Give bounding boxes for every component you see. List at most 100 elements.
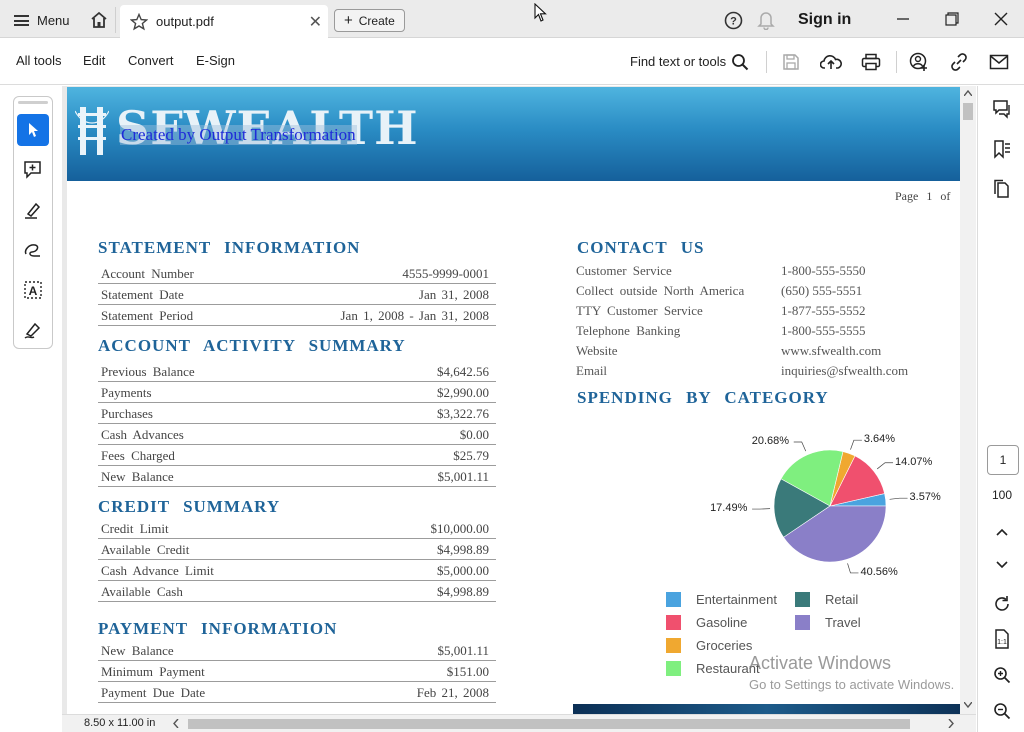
add-comment-tool[interactable] (17, 154, 49, 186)
contact-heading: CONTACT US (577, 238, 705, 257)
row-value: Feb 21, 2008 (416, 685, 489, 700)
table-row: Credit Limit $10,000.00 (98, 518, 496, 539)
minimize-button[interactable] (889, 8, 917, 30)
title-bar: Menu output.pdf ✕ + Create ? Sign in (0, 0, 1024, 38)
row-value: $3,322.76 (437, 406, 489, 421)
esign-menu[interactable]: E-Sign (196, 53, 235, 68)
comments-icon (993, 100, 1010, 119)
row-label: Cash Advances (101, 427, 184, 442)
email-button[interactable] (988, 51, 1010, 73)
document-tab[interactable]: output.pdf ✕ (120, 5, 328, 38)
contact-value: inquiries@sfwealth.com (781, 363, 909, 378)
create-button[interactable]: + Create (334, 9, 405, 32)
activity-heading: ACCOUNT ACTIVITY SUMMARY (98, 336, 406, 355)
menu-button[interactable]: Menu (8, 8, 76, 32)
horizontal-scrollbar[interactable]: 8.50 x 11.00 in (62, 714, 976, 732)
previous-page-button[interactable] (990, 520, 1014, 544)
svg-text:A: A (29, 284, 38, 298)
share-user-button[interactable] (908, 51, 930, 73)
pie-percent-label: 40.56% (860, 565, 898, 578)
row-label: Cash Advance Limit (101, 563, 214, 578)
home-button[interactable] (82, 7, 116, 33)
contact-label: Email (576, 363, 608, 378)
find-text-label[interactable]: Find text or tools (630, 54, 726, 69)
print-button[interactable] (860, 51, 882, 73)
restore-button[interactable] (938, 8, 966, 30)
sfwealth-banner: SFWEALTH Created by Output Transformatio… (67, 87, 960, 181)
row-label: Statement Date (101, 287, 184, 302)
next-page-button[interactable] (990, 553, 1014, 577)
spending-pie-chart: 3.57% 14.07% 3.64% 20.68% 17.49% 40.56% Entert… (642, 422, 962, 692)
sign-tool[interactable] (17, 314, 49, 346)
scroll-down-icon[interactable] (964, 702, 972, 708)
document-viewport[interactable]: SFWEALTH Created by Output Transformatio… (62, 86, 976, 714)
pages-button[interactable] (990, 177, 1014, 201)
left-tool-rail: A (0, 86, 62, 732)
highlighter-icon (25, 202, 41, 219)
all-tools-menu[interactable]: All tools (16, 53, 62, 68)
horizontal-scroll-thumb[interactable] (188, 719, 910, 729)
zoom-in-button[interactable] (990, 663, 1014, 687)
page-indicator: Page 1 of (895, 189, 951, 203)
drag-handle[interactable] (18, 101, 48, 104)
link-icon (951, 53, 967, 71)
row-value: $10,000.00 (430, 521, 490, 536)
row-label: Account Number (101, 266, 194, 281)
fit-page-button[interactable]: 1:1 (990, 627, 1014, 651)
comments-button[interactable] (990, 97, 1014, 121)
search-button[interactable] (729, 51, 751, 73)
legend-item: Groceries (666, 638, 752, 653)
contact-label: Telephone Banking (576, 323, 681, 338)
bookmark-icon (994, 140, 1010, 159)
convert-menu[interactable]: Convert (128, 53, 174, 68)
legend-swatch (666, 661, 681, 676)
rotate-button[interactable] (990, 592, 1014, 616)
text-recognition-tool[interactable]: A (17, 274, 49, 306)
sign-in-button[interactable]: Sign in (798, 11, 851, 29)
zoom-out-button[interactable] (990, 699, 1014, 723)
copy-link-button[interactable] (948, 51, 970, 73)
rotate-icon (995, 596, 1009, 611)
menu-label: Menu (37, 12, 70, 28)
scroll-right-icon[interactable] (948, 719, 954, 728)
close-tab-icon[interactable]: ✕ (309, 12, 322, 32)
legend-item: Entertainment (666, 592, 777, 607)
contact-value: 1-877-555-5552 (781, 303, 866, 318)
upload-button[interactable] (820, 51, 842, 73)
scroll-left-icon[interactable] (173, 719, 179, 728)
pie-leader-line (850, 439, 862, 450)
table-row: Cash Advances $0.00 (98, 424, 496, 445)
row-value: $25.79 (453, 448, 489, 463)
close-icon (994, 12, 1008, 26)
highlight-tool[interactable] (17, 194, 49, 226)
close-window-button[interactable] (987, 8, 1015, 30)
bell-icon[interactable] (757, 10, 775, 30)
scroll-up-icon[interactable] (964, 90, 972, 96)
row-label: Minimum Payment (101, 664, 205, 679)
restore-icon (945, 12, 959, 26)
help-icon[interactable]: ? (724, 11, 743, 30)
pie-percent-label: 3.57% (909, 491, 941, 504)
legend-label: Groceries (696, 638, 753, 653)
bridge-logo-icon (75, 107, 109, 155)
table-row: Account Number 4555-9999-0001 (98, 263, 496, 284)
select-tool[interactable] (17, 114, 49, 146)
legend-swatch (666, 615, 681, 630)
right-rail: 1 100 1:1 (977, 86, 1024, 732)
save-button[interactable] (780, 51, 802, 73)
star-icon[interactable] (130, 12, 148, 31)
pie-percent-label: 3.64% (863, 433, 896, 446)
edit-menu[interactable]: Edit (83, 53, 105, 68)
bookmarks-button[interactable] (990, 137, 1014, 161)
pie-leader-line (847, 563, 859, 574)
pie-leader-line (889, 497, 908, 500)
credit-heading: CREDIT SUMMARY (98, 497, 281, 516)
legend-item: Restaurant (666, 661, 760, 676)
row-label: Previous Balance (101, 364, 195, 379)
draw-tool[interactable] (17, 234, 49, 266)
vertical-scroll-thumb[interactable] (963, 103, 973, 120)
vertical-scrollbar[interactable] (960, 86, 976, 714)
legend-label: Gasoline (696, 615, 748, 630)
actual-size-icon: 1:1 (995, 629, 1009, 649)
page-number-input[interactable]: 1 (987, 445, 1019, 475)
